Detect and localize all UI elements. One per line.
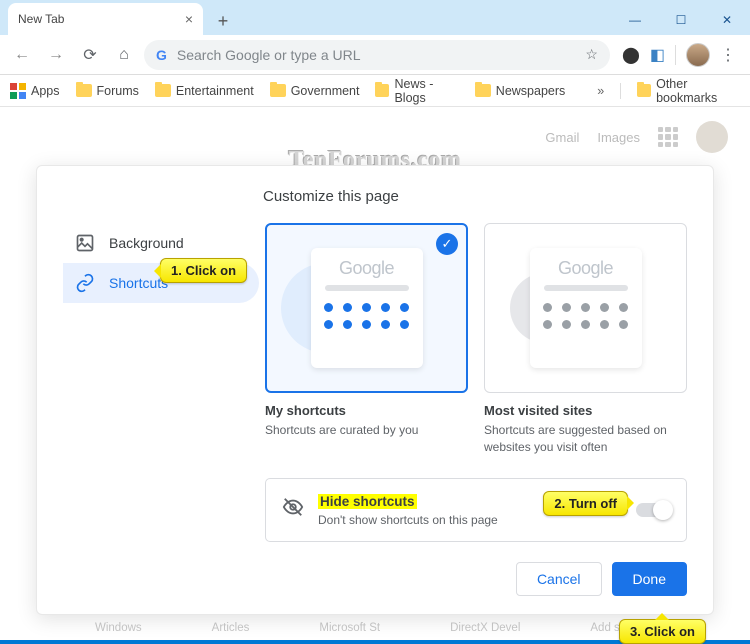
bookmark-folder[interactable]: Entertainment [155, 84, 254, 98]
callout-1: 1. Click on [160, 258, 247, 283]
folder-icon [76, 84, 92, 97]
google-logo: Google [339, 258, 394, 279]
bookmark-folder[interactable]: News - Blogs [375, 77, 458, 105]
card-title: Most visited sites [484, 403, 687, 418]
preview-tile: Google [530, 248, 642, 368]
apps-icon [10, 83, 26, 99]
customize-dialog: Customize this page Background Shortcuts [36, 165, 714, 615]
bookmark-folder[interactable]: Forums [76, 84, 139, 98]
ghost-item: DirectX Devel [450, 622, 520, 634]
bookmark-label: Forums [97, 84, 139, 98]
folder-icon [475, 84, 491, 97]
home-button[interactable]: ⌂ [110, 41, 138, 69]
minimize-button[interactable]: — [612, 5, 658, 35]
card-description: Shortcuts are curated by you [265, 422, 468, 439]
dialog-title: Customize this page [263, 188, 687, 205]
link-icon [75, 273, 95, 293]
close-tab-icon[interactable]: × [185, 11, 193, 27]
menu-icon[interactable]: ⋮ [720, 45, 736, 65]
hide-shortcuts-row: Hide shortcuts Don't show shortcuts on t… [265, 478, 687, 542]
titlebar: New Tab × + — ☐ ✕ [0, 0, 750, 35]
toolbar: ← → ⟳ ⌂ G Search Google or type a URL ☆ … [0, 35, 750, 75]
reload-button[interactable]: ⟳ [76, 41, 104, 69]
top-links: Gmail Images [545, 121, 728, 153]
bookmark-label: Government [291, 84, 360, 98]
hide-shortcuts-toggle[interactable] [636, 503, 670, 517]
search-icon: G [156, 47, 167, 63]
sidebar-label: Background [109, 235, 184, 251]
images-link[interactable]: Images [597, 130, 640, 145]
tab-title: New Tab [18, 12, 64, 26]
google-apps-icon[interactable] [658, 127, 678, 147]
hide-shortcuts-title: Hide shortcuts [318, 494, 417, 509]
omnibox-placeholder: Search Google or type a URL [177, 47, 361, 63]
window-controls: — ☐ ✕ [612, 5, 750, 35]
separator [620, 83, 621, 99]
button-label: Cancel [537, 571, 581, 587]
star-icon[interactable]: ☆ [585, 46, 598, 63]
google-logo: Google [558, 258, 613, 279]
ghost-item: Microsoft St [319, 622, 380, 634]
profile-avatar[interactable] [686, 43, 710, 67]
browser-tab[interactable]: New Tab × [8, 3, 203, 35]
dialog-main: ✓ Google My shortcuts Shor [259, 223, 687, 544]
folder-icon [155, 84, 171, 97]
account-avatar[interactable] [696, 121, 728, 153]
apps-label: Apps [31, 84, 60, 98]
new-tab-button[interactable]: + [209, 7, 237, 35]
background-icon [75, 233, 95, 253]
callout-text: 2. Turn off [554, 496, 617, 511]
ghost-item: Articles [212, 622, 250, 634]
bookmarks-bar: Apps Forums Entertainment Government New… [0, 75, 750, 107]
bookmark-label: Newspapers [496, 84, 565, 98]
check-icon: ✓ [436, 233, 458, 255]
sidebar-item-background[interactable]: Background [63, 223, 259, 263]
callout-text: 1. Click on [171, 263, 236, 278]
card-title: My shortcuts [265, 403, 468, 418]
card-most-visited[interactable]: Google [484, 223, 687, 393]
dialog-footer: Cancel Done [63, 562, 687, 596]
bookmark-label: News - Blogs [394, 77, 458, 105]
bookmark-folder[interactable]: Government [270, 84, 360, 98]
close-window-button[interactable]: ✕ [704, 5, 750, 35]
extension-icon-edge[interactable]: ◧ [650, 45, 665, 65]
separator [675, 45, 676, 65]
bookmark-label: Entertainment [176, 84, 254, 98]
gmail-link[interactable]: Gmail [545, 130, 579, 145]
folder-icon [270, 84, 286, 97]
preview-tile: Google [311, 248, 423, 368]
card-description: Shortcuts are suggested based on website… [484, 422, 687, 456]
back-button[interactable]: ← [8, 41, 36, 69]
maximize-button[interactable]: ☐ [658, 5, 704, 35]
other-bookmarks[interactable]: Other bookmarks [637, 77, 740, 105]
folder-icon [375, 84, 389, 97]
bookmark-folder[interactable]: Newspapers [475, 84, 565, 98]
eye-off-icon [282, 496, 304, 523]
done-button[interactable]: Done [612, 562, 687, 596]
page-content: Gmail Images TenForums.com Windows Artic… [0, 107, 750, 640]
cancel-button[interactable]: Cancel [516, 562, 602, 596]
forward-button[interactable]: → [42, 41, 70, 69]
callout-2: 2. Turn off [543, 491, 628, 516]
overflow-chevron-icon[interactable]: » [597, 84, 604, 98]
card-my-shortcuts[interactable]: ✓ Google [265, 223, 468, 393]
folder-icon [637, 84, 651, 97]
extension-icon-ublock[interactable]: ⬤ [622, 45, 640, 65]
ghost-item: Windows [95, 622, 142, 634]
callout-text: 3. Click on [630, 624, 695, 639]
address-bar[interactable]: G Search Google or type a URL ☆ [144, 40, 610, 70]
callout-3: 3. Click on [619, 619, 706, 644]
button-label: Done [633, 571, 666, 587]
other-bookmarks-label: Other bookmarks [656, 77, 740, 105]
apps-bookmark[interactable]: Apps [10, 83, 60, 99]
